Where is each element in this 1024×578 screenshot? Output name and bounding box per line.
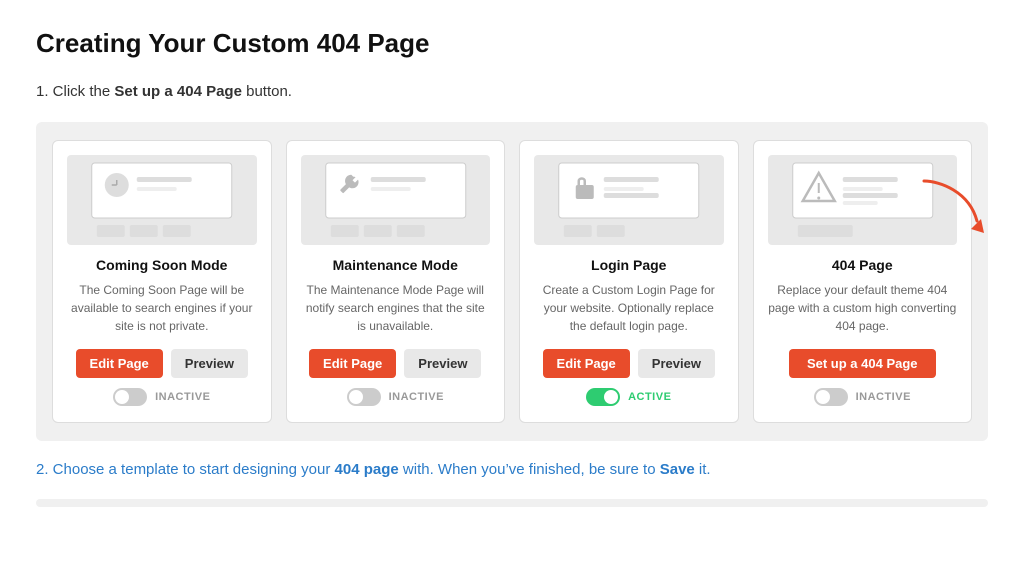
step1-text: 1. Click the Set up a 404 Page button. <box>36 81 988 104</box>
404-status: INACTIVE <box>814 388 911 406</box>
maintenance-status: INACTIVE <box>347 388 444 406</box>
coming-soon-title: Coming Soon Mode <box>96 257 227 273</box>
cards-container: Coming Soon Mode The Coming Soon Page wi… <box>52 140 972 423</box>
coming-soon-actions: Edit Page Preview <box>76 349 248 378</box>
card-maintenance: Maintenance Mode The Maintenance Mode Pa… <box>286 140 506 423</box>
404-actions: Set up a 404 Page <box>789 349 936 378</box>
coming-soon-toggle[interactable] <box>113 388 147 406</box>
coming-soon-thumbnail <box>67 155 257 245</box>
login-edit-button[interactable]: Edit Page <box>543 349 630 378</box>
card-login: Login Page Create a Custom Login Page fo… <box>519 140 739 423</box>
maintenance-actions: Edit Page Preview <box>309 349 481 378</box>
maintenance-preview-button[interactable]: Preview <box>404 349 481 378</box>
bottom-divider <box>36 499 988 507</box>
maintenance-edit-button[interactable]: Edit Page <box>309 349 396 378</box>
coming-soon-edit-button[interactable]: Edit Page <box>76 349 163 378</box>
login-title: Login Page <box>591 257 666 273</box>
step2-text: 2. Choose a template to start designing … <box>36 459 988 482</box>
404-setup-button[interactable]: Set up a 404 Page <box>789 349 936 378</box>
404-desc: Replace your default theme 404 page with… <box>768 281 958 335</box>
404-title: 404 Page <box>832 257 893 273</box>
login-actions: Edit Page Preview <box>543 349 715 378</box>
login-desc: Create a Custom Login Page for your webs… <box>534 281 724 335</box>
maintenance-title: Maintenance Mode <box>333 257 458 273</box>
red-arrow-annotation <box>919 171 989 245</box>
login-status: ACTIVE <box>586 388 671 406</box>
login-preview-button[interactable]: Preview <box>638 349 715 378</box>
coming-soon-desc: The Coming Soon Page will be available t… <box>67 281 257 335</box>
maintenance-thumbnail <box>301 155 491 245</box>
page-title: Creating Your Custom 404 Page <box>36 28 988 59</box>
404-toggle[interactable] <box>814 388 848 406</box>
modes-panel: Coming Soon Mode The Coming Soon Page wi… <box>36 122 988 441</box>
login-toggle[interactable] <box>586 388 620 406</box>
coming-soon-status: INACTIVE <box>113 388 210 406</box>
maintenance-toggle[interactable] <box>347 388 381 406</box>
coming-soon-preview-button[interactable]: Preview <box>171 349 248 378</box>
maintenance-desc: The Maintenance Mode Page will notify se… <box>301 281 491 335</box>
login-thumbnail <box>534 155 724 245</box>
card-coming-soon: Coming Soon Mode The Coming Soon Page wi… <box>52 140 272 423</box>
card-404: 404 Page Replace your default theme 404 … <box>753 140 973 423</box>
